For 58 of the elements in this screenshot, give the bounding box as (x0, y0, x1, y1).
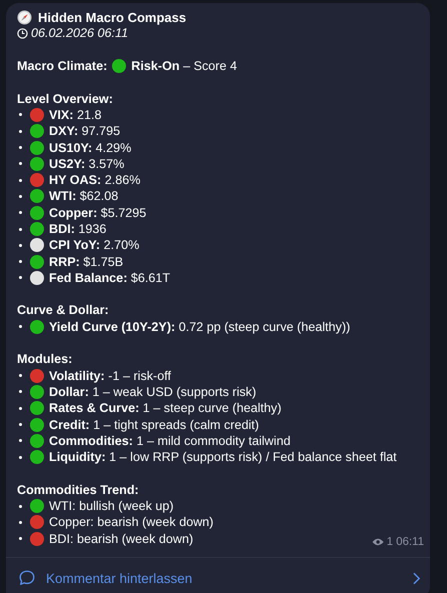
section-heading: Level Overview: (17, 90, 114, 107)
post-time: 06:11 (396, 536, 424, 548)
bullet-icon (19, 406, 22, 410)
clock-icon (17, 28, 28, 39)
indicator-text: WTI: $62.08 (49, 189, 118, 204)
bullet-icon (19, 146, 22, 150)
bullet-icon (19, 325, 22, 328)
indicator-text: HY OAS: 2.86% (49, 173, 140, 188)
indicator-text: US2Y: 3.57% (49, 156, 124, 171)
bullet-icon (19, 194, 22, 198)
bullet-icon (19, 374, 22, 378)
bullet-icon (19, 504, 22, 508)
bullet-icon (19, 178, 22, 182)
bullet-icon (19, 228, 22, 230)
bullet-icon (19, 520, 22, 524)
indicator-text: DXY: 97.795 (49, 124, 120, 138)
section-heading: Curve & Dollar: (17, 302, 110, 319)
indicator-text: US10Y: 4.29% (49, 140, 132, 155)
bullet-icon (19, 390, 22, 394)
views-icon (372, 538, 384, 546)
bullet-icon (19, 211, 22, 214)
view-count: 1 (386, 536, 394, 548)
indicator-text: Commodities: 1 – mild commodity tailwind (49, 434, 290, 448)
bullet-icon (19, 130, 22, 133)
bullet-icon (19, 456, 22, 459)
indicator-text: Rates & Curve: 1 – steep curve (healthy) (49, 401, 282, 416)
bullet-icon (19, 260, 22, 264)
post-title: Hidden Macro Compass (38, 10, 186, 25)
indicator-text: BDI: bearish (week down) (49, 532, 194, 546)
indicator-text: WTI: bullish (week up) (49, 499, 174, 514)
indicator-text: Copper: $5.7295 (49, 206, 146, 220)
bullet-icon (19, 113, 22, 116)
climate-label: Macro Climate: (17, 59, 108, 74)
indicator-text: CPI YoY: 2.70% (49, 238, 140, 252)
bullet-icon (19, 537, 22, 540)
bullet-icon (19, 423, 22, 426)
indicator-text: BDI: 1936 (49, 222, 106, 236)
comment-link[interactable]: Kommentar hinterlassen (6, 558, 430, 593)
indicator-text: Copper: bearish (week down) (49, 515, 214, 530)
section-heading: Commodities Trend: (17, 482, 140, 498)
bullet-icon (19, 276, 22, 280)
bullet-icon (19, 244, 22, 247)
indicator-text: RRP: $1.75B (49, 254, 124, 269)
indicator-text: Yield Curve (10Y-2Y): 0.72 pp (steep curve (healthy)) (49, 320, 350, 334)
indicator-text: Volatility: -1 – risk-off (49, 368, 172, 383)
post-date: 06.02.2026 06:11 (31, 26, 128, 40)
indicator-text: Fed Balance: $6.61T (49, 270, 170, 285)
climate-value: Risk-On – Score 4 (131, 59, 237, 74)
indicator-text: Credit: 1 – tight spreads (calm credit) (49, 418, 259, 432)
indicator-text: Dollar: 1 – weak USD (supports risk) (49, 384, 256, 399)
compass-icon (17, 10, 32, 25)
chevron-icon (413, 572, 420, 585)
indicator-text: VIX: 21.8 (49, 108, 102, 122)
section-heading: Modules: (17, 351, 74, 368)
bullet-icon (19, 162, 22, 166)
bullet-icon (19, 439, 22, 442)
comment-icon (18, 569, 36, 588)
indicator-text: Liquidity: 1 – low RRP (supports risk) / Fed balance sheet flat (49, 450, 397, 464)
